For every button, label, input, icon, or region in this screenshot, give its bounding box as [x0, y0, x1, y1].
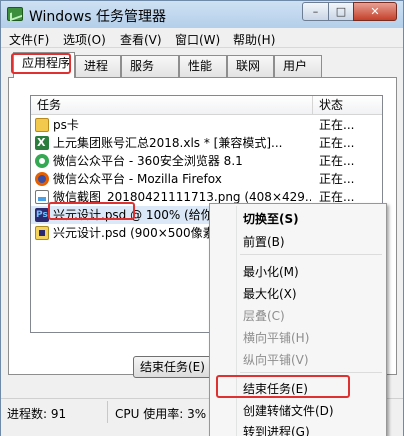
task-status: 正在... — [319, 154, 355, 168]
menu-window[interactable]: 窗口(W) — [175, 31, 220, 48]
tab-processes[interactable]: 进程 — [75, 55, 121, 77]
minimize-button[interactable]: – — [302, 2, 329, 21]
excel-icon — [35, 134, 49, 152]
browser-360-icon — [35, 154, 49, 168]
tab-networking[interactable]: 联网 — [227, 55, 274, 77]
task-name: 微信公众平台 - Mozilla Firefox — [53, 172, 222, 186]
firefox-icon — [35, 172, 49, 186]
task-row[interactable]: 微信公众平台 - 360安全浏览器 8.1 正在... — [31, 152, 382, 170]
menu-item-maximize[interactable]: 最大化(X) — [243, 285, 297, 302]
status-process-count: 进程数: 91 — [7, 407, 67, 421]
highlight-box-selected-task — [48, 202, 135, 220]
context-menu: 切换至(S) 前置(B) 最小化(M) 最大化(X) 层叠(C) 横向平铺(H)… — [209, 203, 387, 436]
menu-item-create-dump-file[interactable]: 创建转储文件(D) — [243, 402, 334, 419]
status-separator — [107, 401, 108, 423]
highlight-box-applications-tab — [11, 53, 71, 74]
tab-performance[interactable]: 性能 — [179, 55, 227, 77]
task-row[interactable]: 微信公众平台 - Mozilla Firefox 正在... — [31, 170, 382, 188]
task-manager-window: Windows 任务管理器 – □ ✕ 文件(F) 选项(O) 查看(V) 窗口… — [0, 0, 404, 436]
context-menu-gutter — [236, 206, 237, 436]
status-cpu-usage: CPU 使用率: 3% — [115, 407, 207, 421]
menu-item-tile-horizontally: 横向平铺(H) — [243, 331, 310, 345]
close-button[interactable]: ✕ — [353, 2, 397, 21]
task-name: ps卡 — [53, 118, 79, 132]
highlight-box-end-task-menu-item — [216, 375, 350, 398]
task-row[interactable]: 上元集团账号汇总2018.xls * [兼容模式]... 正在... — [31, 134, 382, 152]
context-menu-separator — [240, 254, 382, 255]
column-header-status[interactable]: 状态 — [313, 96, 382, 115]
menu-item-go-to-process[interactable]: 转到进程(G) — [243, 423, 310, 436]
end-task-button[interactable]: 结束任务(E) — [133, 356, 215, 378]
menu-item-switch-to[interactable]: 切换至(S) — [243, 210, 299, 227]
folder-icon — [35, 118, 49, 132]
context-menu-separator — [240, 372, 382, 373]
photoshop-icon — [35, 206, 49, 224]
menu-item-tile-vertically: 纵向平铺(V) — [243, 353, 309, 367]
picture-icon — [35, 190, 49, 204]
task-name: 微信公众平台 - 360安全浏览器 8.1 — [53, 154, 243, 168]
task-manager-app-icon — [7, 7, 23, 21]
task-status: 正在... — [319, 136, 355, 150]
window-title: Windows 任务管理器 — [29, 9, 166, 25]
photoshop-doc-icon — [35, 226, 49, 240]
menu-options[interactable]: 选项(O) — [63, 31, 106, 48]
menu-bar: 文件(F) 选项(O) 查看(V) 窗口(W) 帮助(H) — [1, 28, 403, 48]
task-status: 正在... — [319, 172, 355, 186]
menu-item-minimize[interactable]: 最小化(M) — [243, 263, 299, 280]
menu-view[interactable]: 查看(V) — [120, 31, 162, 48]
column-header-task[interactable]: 任务 — [31, 96, 313, 115]
task-status: 正在... — [319, 118, 355, 132]
menu-file[interactable]: 文件(F) — [9, 31, 49, 48]
maximize-button[interactable]: □ — [328, 2, 354, 21]
task-row[interactable]: ps卡 正在... — [31, 116, 382, 134]
title-bar[interactable]: Windows 任务管理器 – □ ✕ — [1, 1, 403, 28]
menu-help[interactable]: 帮助(H) — [233, 31, 275, 48]
menu-item-cascade: 层叠(C) — [243, 309, 285, 323]
task-name: 上元集团账号汇总2018.xls * [兼容模式]... — [53, 136, 283, 150]
menu-item-bring-to-front[interactable]: 前置(B) — [243, 233, 285, 250]
tab-services[interactable]: 服务 — [121, 55, 179, 77]
tab-users[interactable]: 用户 — [274, 55, 322, 77]
